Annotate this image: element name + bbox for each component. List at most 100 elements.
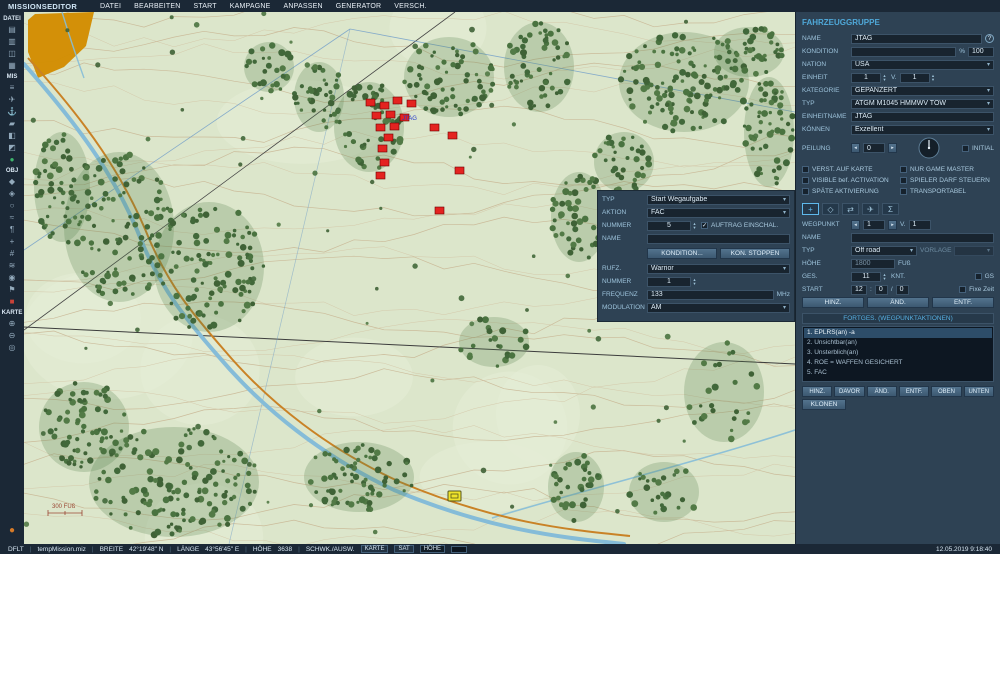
prev-waypoint-button[interactable]: ◂ — [851, 219, 860, 230]
waypoint-remove-button[interactable]: ENTF. — [932, 297, 994, 308]
action-number-stepper[interactable]: 5 ▴ ▾ — [647, 220, 698, 231]
callsign-number-stepper[interactable]: 1 ▴ ▾ — [647, 276, 698, 287]
auftrag-einschalten-checkbox[interactable] — [701, 222, 708, 229]
view-options-box[interactable] — [451, 545, 468, 553]
speed-stepper[interactable]: 11 ▴ ▾ — [851, 271, 888, 282]
menu-item-bearbeiten[interactable]: BEARBEITEN — [134, 3, 180, 10]
help-button[interactable]: ? — [985, 34, 994, 43]
condition-value-input[interactable]: 100 — [968, 46, 994, 57]
ship-icon[interactable]: ⚓ — [3, 106, 21, 117]
checkbox[interactable] — [900, 187, 907, 195]
waypoint-action-item[interactable]: 2. Unsichtbar(an) — [804, 338, 992, 348]
zoom-out-icon[interactable]: ⊖ — [3, 330, 21, 341]
waypoint-edit-button[interactable]: ÄND. — [867, 297, 929, 308]
gs-checkbox[interactable] — [974, 273, 982, 280]
unit-marker[interactable] — [392, 96, 403, 105]
group-name-input[interactable]: JTAG — [851, 33, 982, 44]
vehicle-map-icon[interactable] — [447, 490, 462, 502]
action-name-input[interactable] — [647, 233, 790, 244]
unit-marker[interactable] — [371, 111, 382, 120]
condition-slider[interactable] — [851, 46, 957, 57]
frequency-input[interactable]: 133 — [647, 289, 774, 300]
static-object-icon[interactable]: ◧ — [3, 130, 21, 141]
waypoint-action-item[interactable]: 4. ROE = WAFFEN GESICHERT — [804, 358, 992, 368]
heading-compass[interactable] — [918, 137, 940, 159]
ruler-icon[interactable]: + — [3, 236, 21, 247]
group-icon[interactable]: ◈ — [3, 188, 21, 199]
skill-dropdown[interactable]: Exzellent — [851, 124, 994, 135]
map-view-button[interactable]: KARTE — [360, 545, 389, 553]
kondition-stoppen-button[interactable]: KON. STOPPEN — [720, 248, 790, 259]
nation-dropdown[interactable]: USA — [851, 59, 994, 70]
waypoint-action-item[interactable]: 1. EPLRS(an) -a — [804, 328, 992, 338]
menu-item-kampagne[interactable]: KAMPAGNE — [230, 3, 271, 10]
waypoint-action-item[interactable]: 3. Unsterblich(an) — [804, 348, 992, 358]
checkbox[interactable] — [900, 165, 907, 173]
unit-marker[interactable] — [379, 158, 390, 167]
heading-input[interactable]: 0 — [863, 143, 885, 153]
mission-options-icon[interactable]: ≡ — [3, 82, 21, 93]
wp-action-oben[interactable]: OBEN — [931, 386, 962, 397]
wp-action-davor[interactable]: DAVOR — [834, 386, 865, 397]
unit-marker[interactable] — [365, 98, 376, 107]
waypoint-name-input[interactable] — [851, 232, 994, 243]
route-icon[interactable]: ≈ — [3, 212, 21, 223]
vehicle-icon[interactable]: ▰ — [3, 118, 21, 129]
unit-marker[interactable] — [434, 206, 445, 215]
stepper-arrows[interactable]: ▴ ▾ — [691, 221, 698, 230]
waypoint-type-dropdown[interactable]: Off road — [851, 245, 917, 256]
sat-view-button[interactable]: SAT — [394, 545, 414, 553]
visibility-icon[interactable]: ◉ — [3, 272, 21, 283]
wp-action-hinz[interactable]: HINZ. — [802, 386, 833, 397]
template-icon[interactable]: ◩ — [3, 142, 21, 153]
advanced-actions-header[interactable]: FORTGES. (WEGPUNKTAKTIONEN) — [802, 313, 994, 324]
zone-tool-icon[interactable]: ◇ — [822, 203, 839, 215]
checkbox[interactable] — [900, 176, 907, 184]
group-flag-5[interactable]: TRANSPORTABEL — [900, 186, 994, 196]
open-mission-icon[interactable]: ▥ — [3, 36, 21, 47]
heading-decrease-button[interactable]: ◂ — [851, 143, 860, 153]
category-dropdown[interactable]: GEPANZERT — [851, 85, 994, 96]
menu-item-versch[interactable]: VERSCH. — [394, 3, 427, 10]
new-mission-icon[interactable]: ▤ — [3, 24, 21, 35]
unit-marker[interactable] — [385, 110, 396, 119]
start-minute-input[interactable]: 0 — [874, 284, 888, 295]
flag-icon[interactable]: ⚑ — [3, 284, 21, 295]
aircraft-icon[interactable]: ✈ — [3, 94, 21, 105]
add-waypoint-icon[interactable]: + — [802, 203, 819, 215]
initial-checkbox[interactable] — [961, 144, 969, 152]
unit-marker[interactable] — [406, 99, 417, 108]
waypoint-add-button[interactable]: HINZ. — [802, 297, 864, 308]
unit-marker[interactable] — [389, 122, 400, 131]
ok-icon[interactable]: ● — [3, 154, 21, 165]
alt-view-button[interactable]: HÖHE — [419, 545, 446, 553]
zoom-in-icon[interactable]: ⊕ — [3, 318, 21, 329]
altitude-input[interactable]: 1800 — [851, 258, 895, 269]
zone-icon[interactable]: ○ — [3, 200, 21, 211]
aircraft-tool-icon[interactable]: ✈ — [862, 203, 879, 215]
unit-type-dropdown[interactable]: ATGM M1045 HMMWV TOW — [851, 98, 994, 109]
stepper-arrows[interactable]: ▴ ▾ — [881, 272, 888, 281]
save-mission-icon[interactable]: ◫ — [3, 48, 21, 59]
unit-marker[interactable] — [377, 144, 388, 153]
text-label-icon[interactable]: ¶ — [3, 224, 21, 235]
wp-action-entf[interactable]: ENTF. — [898, 386, 930, 397]
unit-marker[interactable] — [429, 123, 440, 132]
unit-name-input[interactable]: JTAG — [851, 111, 994, 122]
menu-item-start[interactable]: START — [193, 3, 216, 10]
unit-icon[interactable]: ◆ — [3, 176, 21, 187]
briefing-icon[interactable]: ▦ — [3, 60, 21, 71]
unit-count-stepper[interactable]: 1 ▴ ▾ — [851, 72, 888, 83]
unit-marker[interactable] — [375, 123, 386, 132]
waypoint-action-item[interactable]: 5. FAC — [804, 368, 992, 378]
erase-icon[interactable]: ■ — [3, 296, 21, 307]
checkbox[interactable] — [802, 187, 809, 195]
wp-action-unten[interactable]: UNTEN — [963, 386, 994, 397]
callsign-dropdown[interactable]: Warrior — [647, 263, 790, 274]
unit-marker[interactable] — [454, 166, 465, 175]
group-flag-4[interactable]: SPÄTE AKTIVIERUNG — [802, 186, 896, 196]
start-second-input[interactable]: 0 — [895, 284, 909, 295]
group-flag-1[interactable]: NUR GAME MASTER — [900, 164, 994, 174]
stepper-arrows[interactable]: ▴ ▾ — [691, 277, 698, 286]
modulation-dropdown[interactable]: AM — [647, 302, 790, 313]
